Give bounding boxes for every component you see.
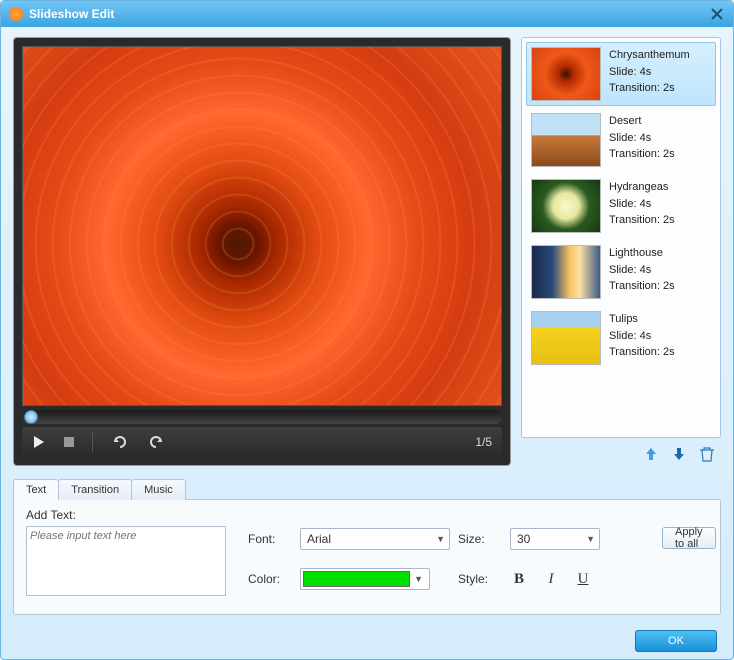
footer: OK xyxy=(1,623,733,659)
font-label: Font: xyxy=(248,532,292,546)
move-down-button[interactable] xyxy=(671,446,687,462)
content-area: 1/5 ChrysanthemumSlide: 4sTransition: 2s… xyxy=(1,27,733,623)
size-select[interactable]: 30 ▼ xyxy=(510,528,600,550)
chevron-down-icon: ▼ xyxy=(410,574,427,584)
seek-slider[interactable] xyxy=(22,410,502,424)
slide-transition: Transition: 2s xyxy=(609,80,690,97)
slide-transition: Transition: 2s xyxy=(609,344,675,361)
slide-meta: HydrangeasSlide: 4sTransition: 2s xyxy=(609,179,675,233)
ok-button[interactable]: OK xyxy=(635,630,717,652)
slide-item[interactable]: DesertSlide: 4sTransition: 2s xyxy=(526,108,716,172)
arrow-up-icon xyxy=(643,446,659,462)
style-label: Style: xyxy=(458,572,502,586)
add-text-input[interactable] xyxy=(26,526,226,596)
slide-thumbnail xyxy=(531,47,601,101)
tab-transition[interactable]: Transition xyxy=(58,479,132,500)
titlebar: Slideshow Edit xyxy=(1,1,733,27)
add-text-label: Add Text: xyxy=(26,508,226,522)
stop-icon xyxy=(64,437,74,447)
window-title: Slideshow Edit xyxy=(29,7,114,21)
slide-transition: Transition: 2s xyxy=(609,146,675,163)
rotate-ccw-icon xyxy=(111,435,129,449)
slide-duration: Slide: 4s xyxy=(609,130,675,147)
tab-music[interactable]: Music xyxy=(131,479,186,500)
slide-duration: Slide: 4s xyxy=(609,328,675,345)
delete-button[interactable] xyxy=(699,446,715,462)
chevron-down-icon: ▼ xyxy=(586,534,595,544)
italic-button[interactable]: I xyxy=(542,571,560,588)
slide-meta: ChrysanthemumSlide: 4sTransition: 2s xyxy=(609,47,690,101)
slide-meta: DesertSlide: 4sTransition: 2s xyxy=(609,113,675,167)
slideshow-edit-window: Slideshow Edit xyxy=(0,0,734,660)
preview-panel: 1/5 xyxy=(13,37,511,466)
play-icon xyxy=(32,435,46,449)
slides-list[interactable]: ChrysanthemumSlide: 4sTransition: 2sDese… xyxy=(521,37,721,438)
slide-item[interactable]: TulipsSlide: 4sTransition: 2s xyxy=(526,306,716,370)
rotate-cw-button[interactable] xyxy=(147,435,165,449)
size-label: Size: xyxy=(458,532,502,546)
chevron-down-icon: ▼ xyxy=(436,534,445,544)
slides-actions xyxy=(521,438,721,466)
arrow-down-icon xyxy=(671,446,687,462)
app-icon xyxy=(9,7,23,21)
slide-thumbnail xyxy=(531,179,601,233)
font-select[interactable]: Arial ▼ xyxy=(300,528,450,550)
size-value: 30 xyxy=(517,532,530,546)
apply-to-all-button[interactable]: Apply to all xyxy=(662,527,716,549)
slide-name: Chrysanthemum xyxy=(609,47,690,64)
font-value: Arial xyxy=(307,532,331,546)
seek-thumb[interactable] xyxy=(24,410,38,424)
slide-thumbnail xyxy=(531,245,601,299)
underline-button[interactable]: U xyxy=(574,571,592,588)
slide-name: Desert xyxy=(609,113,675,130)
slide-name: Hydrangeas xyxy=(609,179,675,196)
slide-thumbnail xyxy=(531,113,601,167)
color-swatch xyxy=(303,571,410,587)
slide-item[interactable]: LighthouseSlide: 4sTransition: 2s xyxy=(526,240,716,304)
slide-transition: Transition: 2s xyxy=(609,278,675,295)
slide-item[interactable]: HydrangeasSlide: 4sTransition: 2s xyxy=(526,174,716,238)
close-icon xyxy=(711,8,723,20)
slide-item[interactable]: ChrysanthemumSlide: 4sTransition: 2s xyxy=(526,42,716,106)
slide-meta: LighthouseSlide: 4sTransition: 2s xyxy=(609,245,675,299)
move-up-button[interactable] xyxy=(643,446,659,462)
slide-duration: Slide: 4s xyxy=(609,196,675,213)
slide-duration: Slide: 4s xyxy=(609,262,675,279)
play-button[interactable] xyxy=(32,435,46,449)
bold-button[interactable]: B xyxy=(510,571,528,588)
stop-button[interactable] xyxy=(64,437,74,447)
rotate-cw-icon xyxy=(147,435,165,449)
color-label: Color: xyxy=(248,572,292,586)
preview-image xyxy=(22,46,502,406)
trash-icon xyxy=(699,446,715,462)
slide-meta: TulipsSlide: 4sTransition: 2s xyxy=(609,311,675,365)
preview-frame: 1/5 xyxy=(13,37,511,466)
slide-transition: Transition: 2s xyxy=(609,212,675,229)
tab-text[interactable]: Text xyxy=(13,479,59,500)
tabs: Text Transition Music xyxy=(13,476,721,500)
slide-name: Lighthouse xyxy=(609,245,675,262)
close-button[interactable] xyxy=(709,6,725,22)
slides-panel: ChrysanthemumSlide: 4sTransition: 2sDese… xyxy=(521,37,721,466)
color-select[interactable]: ▼ xyxy=(300,568,430,590)
slide-thumbnail xyxy=(531,311,601,365)
rotate-ccw-button[interactable] xyxy=(111,435,129,449)
slide-duration: Slide: 4s xyxy=(609,64,690,81)
slide-counter: 1/5 xyxy=(475,435,492,449)
playback-controls: 1/5 xyxy=(22,427,502,457)
slide-name: Tulips xyxy=(609,311,675,328)
tab-body-text: Add Text: Font: Arial ▼ Size: 30 ▼ xyxy=(13,499,721,615)
